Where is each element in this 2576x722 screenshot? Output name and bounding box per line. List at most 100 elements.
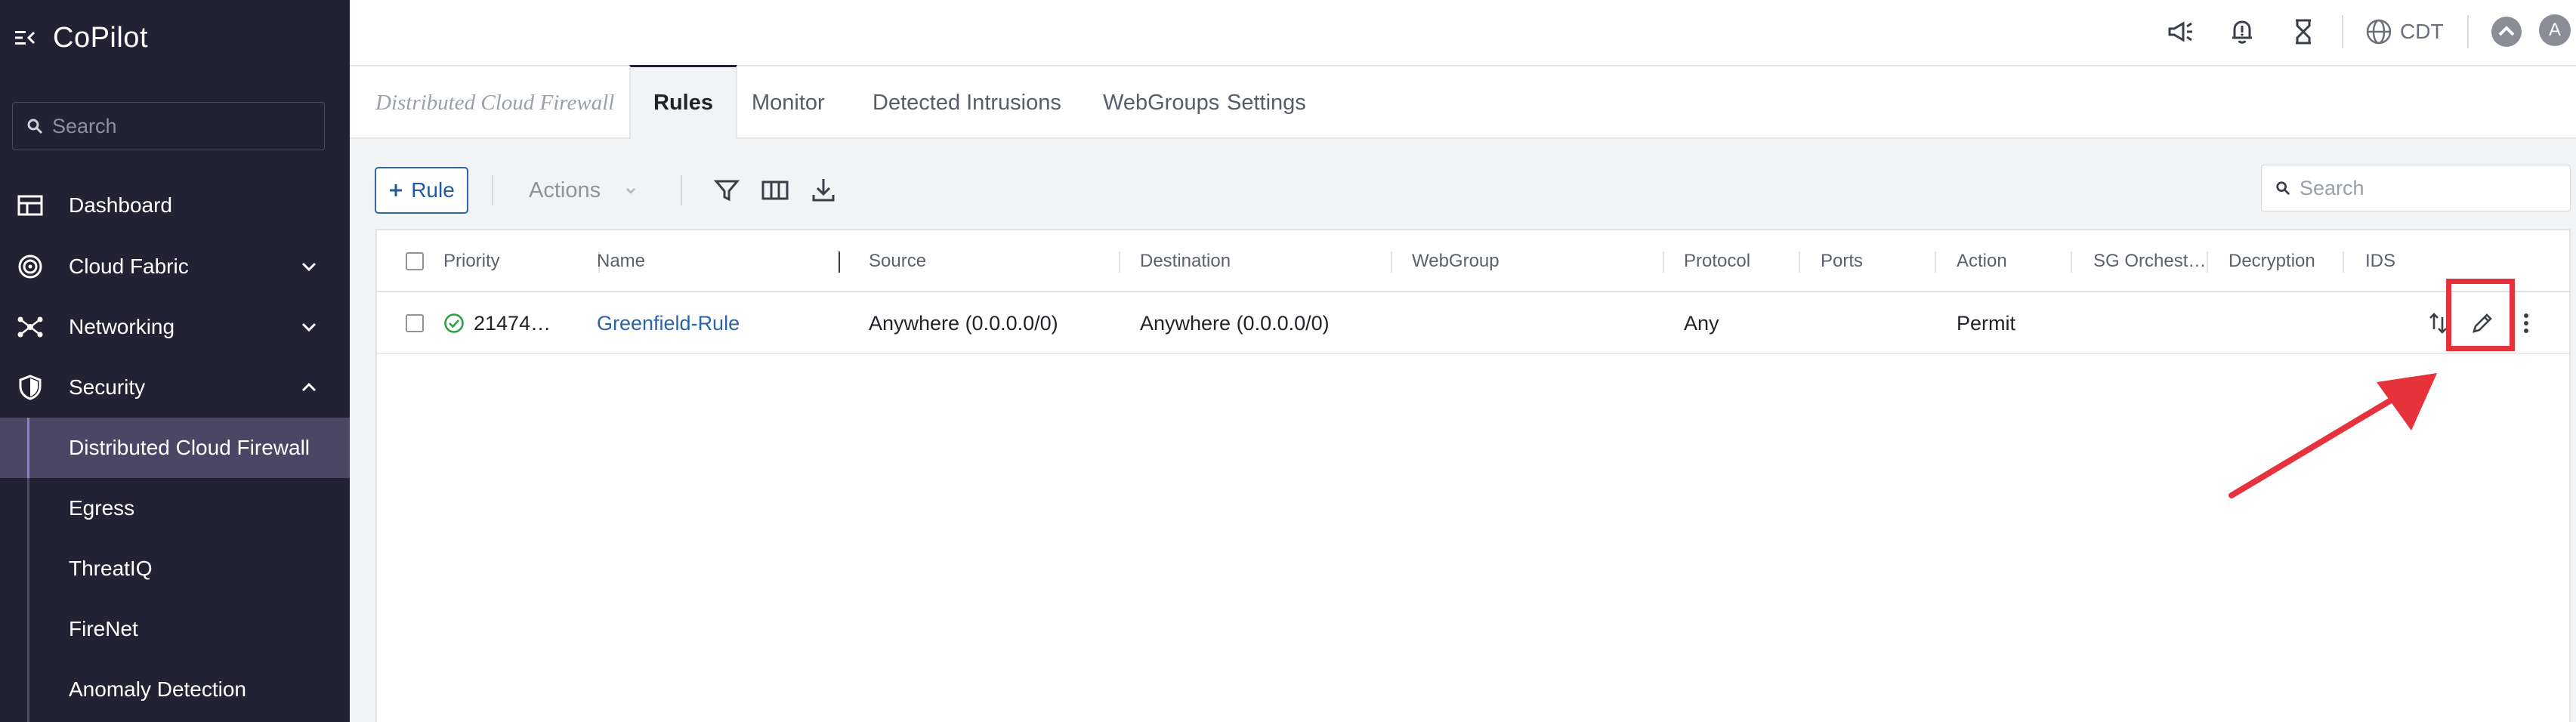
chevron-down-icon[interactable] [298,316,320,338]
sidebar-item-cloud-fabric[interactable]: Cloud Fabric [0,236,350,297]
search-icon [27,119,43,134]
chevron-up-circle-icon[interactable] [2490,15,2523,48]
sidebar-subitem-threatiq[interactable]: ThreatIQ [0,538,350,599]
more-options-icon[interactable] [2521,311,2531,335]
protocol-value: Any [1684,311,1719,335]
column-header-label: Decryption [2229,251,2315,271]
select-all-checkbox-cell[interactable] [406,230,424,292]
shield-icon [19,375,42,400]
column-header-destination[interactable]: Destination [1140,230,1231,292]
divider [492,175,493,205]
column-header-decryption[interactable]: Decryption [2229,230,2315,292]
tab-monitor[interactable]: Monitor [729,66,848,139]
breadcrumb: Distributed Cloud Firewall [350,66,637,139]
sidebar-subitem-label: FireNet [69,617,138,640]
sidebar-item-security[interactable]: Security [0,357,350,418]
app-title: CoPilot [53,21,148,54]
column-header-label: Action [1957,251,2007,271]
column-header-sg-orchestration[interactable]: SG Orchest… [2093,230,2206,292]
sidebar-subitem-label: ThreatIQ [69,557,153,580]
grid-header: Priority Name Source Destination WebGrou… [377,230,2569,292]
add-rule-button[interactable]: Rule [375,167,468,214]
status-ok-icon [444,313,464,333]
sidebar-item-label: Networking [69,315,175,338]
column-header-source[interactable]: Source [869,230,926,292]
sidebar-subitem-anomaly-detection[interactable]: Anomaly Detection [0,659,350,720]
column-header-priority[interactable]: Priority [443,230,500,292]
column-header-webgroup[interactable]: WebGroup [1412,230,1500,292]
destination-value: Anywhere (0.0.0.0/0) [1140,311,1330,335]
column-header-protocol[interactable]: Protocol [1684,230,1750,292]
tab-settings[interactable]: Settings [1204,66,1329,139]
top-bar: CDT A [350,0,2576,66]
sidebar-item-label: Security [69,375,146,399]
tab-label: WebGroups [1103,90,1220,115]
sidebar-subitem-firenet[interactable]: FireNet [0,599,350,659]
dashboard-icon [17,195,43,216]
actions-label: Actions [529,177,601,202]
annotation-highlight-box [2446,279,2515,351]
grid-search-input[interactable] [2300,176,2556,200]
filter-icon[interactable] [712,175,742,205]
column-header-label: SG Orchest… [2093,251,2207,271]
divider [2342,15,2343,48]
avatar-letter: A [2548,20,2561,40]
chevron-down-icon[interactable] [298,256,320,277]
column-header-ports[interactable]: Ports [1821,230,1863,292]
announcement-icon[interactable] [2165,17,2195,47]
column-header-ids[interactable]: IDS [2365,230,2395,292]
chevron-down-icon [626,188,635,194]
plus-icon [390,184,403,196]
row-checkbox[interactable] [406,314,424,332]
annotation-arrow [2229,373,2437,498]
column-header-label: Protocol [1684,251,1751,271]
priority-value: 21474… [474,311,551,335]
sidebar-item-dashboard[interactable]: Dashboard [0,175,350,236]
column-header-label: Source [869,251,927,271]
breadcrumb-label: Distributed Cloud Firewall [375,90,615,115]
download-icon[interactable] [808,175,839,205]
tab-rules[interactable]: Rules [629,65,737,139]
column-header-label: Priority [443,251,500,271]
column-header-label: IDS [2365,251,2396,271]
sidebar-item-label: Dashboard [69,193,172,217]
brand: CoPilot [14,17,148,59]
rule-name-link[interactable]: Greenfield-Rule [597,312,740,335]
cell-name[interactable]: Greenfield-Rule [597,292,740,354]
chevron-up-icon[interactable] [298,377,320,398]
row-checkbox-cell[interactable] [406,292,424,354]
tab-detected-intrusions[interactable]: Detected Intrusions [850,66,1084,139]
columns-icon[interactable] [760,175,790,205]
grid-search[interactable] [2261,165,2571,211]
column-header-label: Destination [1140,251,1231,271]
divider [681,175,682,205]
tab-label: Detected Intrusions [873,90,1061,115]
cell-destination: Anywhere (0.0.0.0/0) [1140,292,1330,354]
cell-source: Anywhere (0.0.0.0/0) [869,292,1058,354]
column-header-action[interactable]: Action [1957,230,2007,292]
search-icon [2276,181,2290,196]
divider [2467,15,2469,48]
cell-action: Permit [1957,292,2015,354]
table-row[interactable]: 21474… Greenfield-Rule Anywhere (0.0.0.0… [377,292,2569,354]
hourglass-icon[interactable] [2288,17,2318,47]
sidebar-subitem-distributed-cloud-firewall[interactable]: Distributed Cloud Firewall [0,418,350,478]
sidebar-subitem-egress[interactable]: Egress [0,478,350,538]
cloud-fabric-icon [18,255,42,279]
menu-collapse-icon[interactable] [14,26,36,49]
timezone-selector[interactable]: CDT [2365,15,2444,48]
actions-dropdown[interactable]: Actions [529,167,638,214]
sidebar-item-networking[interactable]: Networking [0,297,350,357]
cell-priority: 21474… [443,292,551,354]
add-rule-label: Rule [411,178,455,202]
column-header-name[interactable]: Name [597,230,645,292]
sidebar-search[interactable] [12,102,325,150]
sidebar-search-input[interactable] [52,114,324,138]
notification-bell-icon[interactable] [2227,17,2257,47]
column-header-label: WebGroup [1412,251,1500,271]
avatar[interactable]: A [2539,14,2571,46]
select-all-checkbox[interactable] [406,252,424,270]
action-value: Permit [1957,311,2016,335]
sidebar-subitem-label: Anomaly Detection [69,677,247,701]
column-header-label: Name [597,251,646,271]
